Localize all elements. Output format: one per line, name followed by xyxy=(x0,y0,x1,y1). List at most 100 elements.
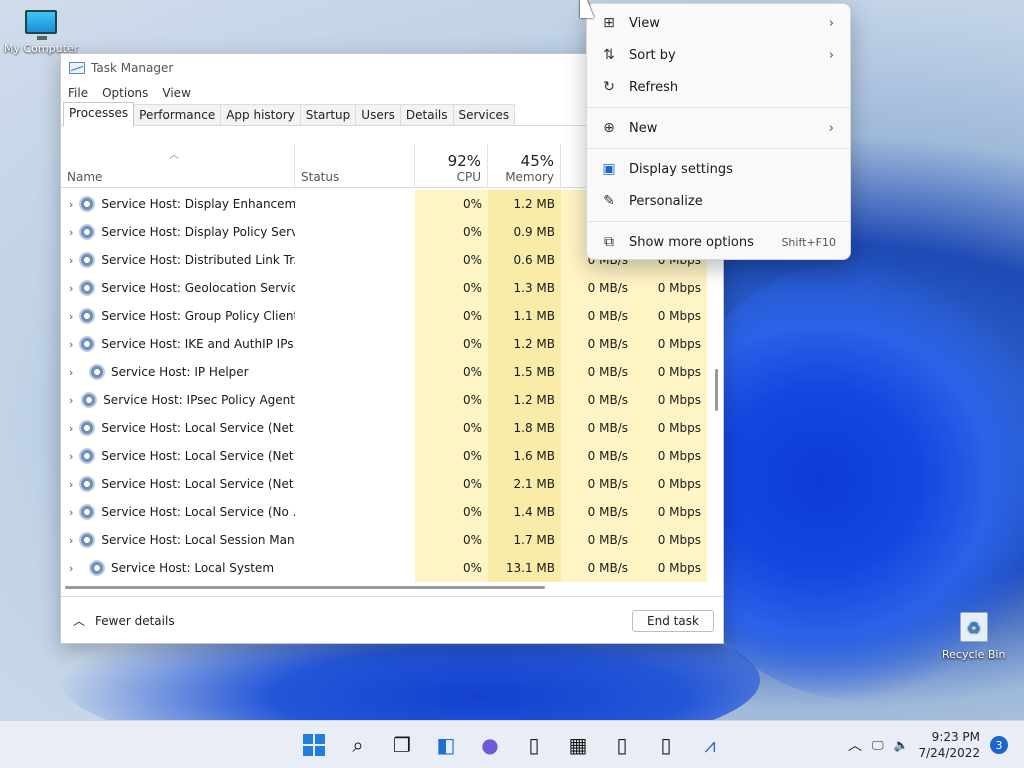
network-cell: 0 Mbps xyxy=(634,470,707,498)
table-row[interactable]: › Service Host: Local Service (Net... 0% 1.… xyxy=(61,442,707,470)
service-gear-icon xyxy=(79,280,96,296)
personalize-brush-icon: ✎ xyxy=(603,193,615,209)
expand-chevron-icon[interactable]: › xyxy=(69,394,75,407)
expand-chevron-icon[interactable]: › xyxy=(69,562,83,575)
table-row[interactable]: › Service Host: Local Session Man... 0% 1.7… xyxy=(61,526,707,554)
header-name[interactable]: ︿ Name xyxy=(61,144,295,188)
expand-chevron-icon[interactable]: › xyxy=(69,366,83,379)
desktop-icon-my-computer[interactable]: My Computer xyxy=(4,10,78,55)
disk-cell: 0 MB/s xyxy=(561,358,634,386)
expand-chevron-icon[interactable]: › xyxy=(69,198,73,211)
chat-icon[interactable]: ● xyxy=(474,729,506,761)
status-cell xyxy=(295,190,415,218)
header-status[interactable]: Status xyxy=(295,144,415,188)
tab-app-history[interactable]: App history xyxy=(220,104,301,125)
clock[interactable]: 9:23 PM 7/24/2022 xyxy=(918,729,980,761)
menu-item-show-more-options[interactable]: ⧉ Show more options Shift+F10 xyxy=(587,226,850,258)
process-name: Service Host: Local Service (Net... xyxy=(101,421,295,435)
store-icon[interactable]: ▦ xyxy=(562,729,594,761)
table-row[interactable]: › Service Host: IPsec Policy Agent 0% 1.2 M… xyxy=(61,386,707,414)
menu-separator xyxy=(587,148,850,149)
expand-chevron-icon[interactable]: › xyxy=(69,534,73,547)
tab-users[interactable]: Users xyxy=(355,104,401,125)
table-row[interactable]: › Service Host: Local Service (Net... 0% 2.… xyxy=(61,470,707,498)
cpu-cell: 0% xyxy=(415,526,488,554)
file-icon[interactable]: ▯ xyxy=(650,729,682,761)
menu-item-personalize[interactable]: ✎ Personalize xyxy=(587,185,850,217)
expand-chevron-icon[interactable]: › xyxy=(69,506,73,519)
status-cell xyxy=(295,442,415,470)
cpu-cell: 0% xyxy=(415,190,488,218)
process-name: Service Host: Distributed Link Tr... xyxy=(101,253,295,267)
expand-chevron-icon[interactable]: › xyxy=(69,226,73,239)
widgets-icon[interactable]: ◧ xyxy=(430,729,462,761)
chevron-right-icon: › xyxy=(828,15,834,31)
file-icon[interactable]: ▯ xyxy=(518,729,550,761)
notification-badge[interactable]: 3 xyxy=(990,736,1008,754)
table-row[interactable]: › Service Host: Local Service (No ... 0% 1.… xyxy=(61,498,707,526)
tab-processes[interactable]: Processes xyxy=(63,102,135,126)
task-view-icon[interactable]: ❐ xyxy=(386,729,418,761)
menu-separator xyxy=(587,221,850,222)
status-cell xyxy=(295,330,415,358)
header-memory[interactable]: 45% Memory xyxy=(488,144,561,188)
sort-icon: ⇅ xyxy=(603,47,615,63)
process-name: Service Host: Local Service (Net... xyxy=(101,449,295,463)
menu-item-display-settings[interactable]: ▣ Display settings xyxy=(587,153,850,185)
process-name-cell: › Service Host: Local System xyxy=(61,560,295,576)
process-name: Service Host: Local Session Man... xyxy=(101,533,295,547)
table-row[interactable]: › Service Host: Local System 0% 13.1 MB 0 MB… xyxy=(61,554,707,582)
process-name: Service Host: Local System xyxy=(111,561,275,575)
tab-details[interactable]: Details xyxy=(399,104,454,125)
memory-cell: 1.8 MB xyxy=(488,414,561,442)
footer: ︿ Fewer details End task xyxy=(61,596,723,644)
service-gear-icon xyxy=(79,504,96,520)
fewer-details-button[interactable]: ︿ Fewer details xyxy=(73,612,175,629)
status-cell xyxy=(295,358,415,386)
volume-icon[interactable]: 🔈 xyxy=(894,738,909,752)
table-row[interactable]: › Service Host: Group Policy Client 0% 1.1 … xyxy=(61,302,707,330)
network-icon[interactable]: 🖵 xyxy=(872,738,884,753)
service-gear-icon xyxy=(79,252,96,268)
expand-chevron-icon[interactable]: › xyxy=(69,450,73,463)
file-icon[interactable]: ▯ xyxy=(606,729,638,761)
menu-item-refresh[interactable]: ↻ Refresh xyxy=(587,71,850,103)
chevron-up-icon[interactable]: ︿ xyxy=(848,735,862,755)
desktop-icon-recycle-bin[interactable]: ♻ Recycle Bin xyxy=(942,612,1005,661)
horizontal-scrollbar[interactable] xyxy=(65,586,545,589)
task-manager-icon[interactable]: ⩘ xyxy=(694,729,726,761)
taskbar-apps: ⌕ ❐ ◧ ● ▯ ▦ ▯ ▯ ⩘ xyxy=(298,729,726,761)
start-icon[interactable] xyxy=(298,729,330,761)
expand-chevron-icon[interactable]: › xyxy=(69,282,73,295)
table-row[interactable]: › Service Host: IKE and AuthIP IPs... 0% 1.… xyxy=(61,330,707,358)
tab-startup[interactable]: Startup xyxy=(299,104,357,125)
table-row[interactable]: › Service Host: Local Service (Net... 0% 1.… xyxy=(61,414,707,442)
network-cell: 0 Mbps xyxy=(634,386,707,414)
tab-performance[interactable]: Performance xyxy=(133,104,222,125)
menu-item-new[interactable]: ⊕ New › xyxy=(587,112,850,144)
table-row[interactable]: › Service Host: IP Helper 0% 1.5 MB 0 MB/s 0 … xyxy=(61,358,707,386)
process-name: Service Host: Geolocation Service xyxy=(101,281,295,295)
expand-chevron-icon[interactable]: › xyxy=(69,338,73,351)
expand-chevron-icon[interactable]: › xyxy=(69,478,73,491)
expand-chevron-icon[interactable]: › xyxy=(69,310,73,323)
status-cell xyxy=(295,414,415,442)
table-row[interactable]: › Service Host: Geolocation Service 0% 1.3 … xyxy=(61,274,707,302)
end-task-button[interactable]: End task xyxy=(632,610,714,632)
menu-item-sort-by[interactable]: ⇅ Sort by › xyxy=(587,39,850,71)
computer-icon xyxy=(25,10,58,40)
disk-cell: 0 MB/s xyxy=(561,498,634,526)
menu-item-view[interactable]: ⊞ View › xyxy=(587,7,850,39)
search-icon[interactable]: ⌕ xyxy=(342,729,374,761)
network-cell: 0 Mbps xyxy=(634,358,707,386)
expand-chevron-icon[interactable]: › xyxy=(69,254,73,267)
process-name-cell: › Service Host: Local Service (No ... xyxy=(61,504,295,520)
service-gear-icon xyxy=(79,532,96,548)
process-name: Service Host: IP Helper xyxy=(111,365,249,379)
vertical-scrollbar[interactable] xyxy=(715,369,718,411)
header-cpu[interactable]: 92% CPU xyxy=(415,144,488,188)
tab-services[interactable]: Services xyxy=(452,104,516,125)
expand-chevron-icon[interactable]: › xyxy=(69,422,73,435)
menu-view[interactable]: View xyxy=(162,86,190,104)
memory-cell: 13.1 MB xyxy=(488,554,561,582)
